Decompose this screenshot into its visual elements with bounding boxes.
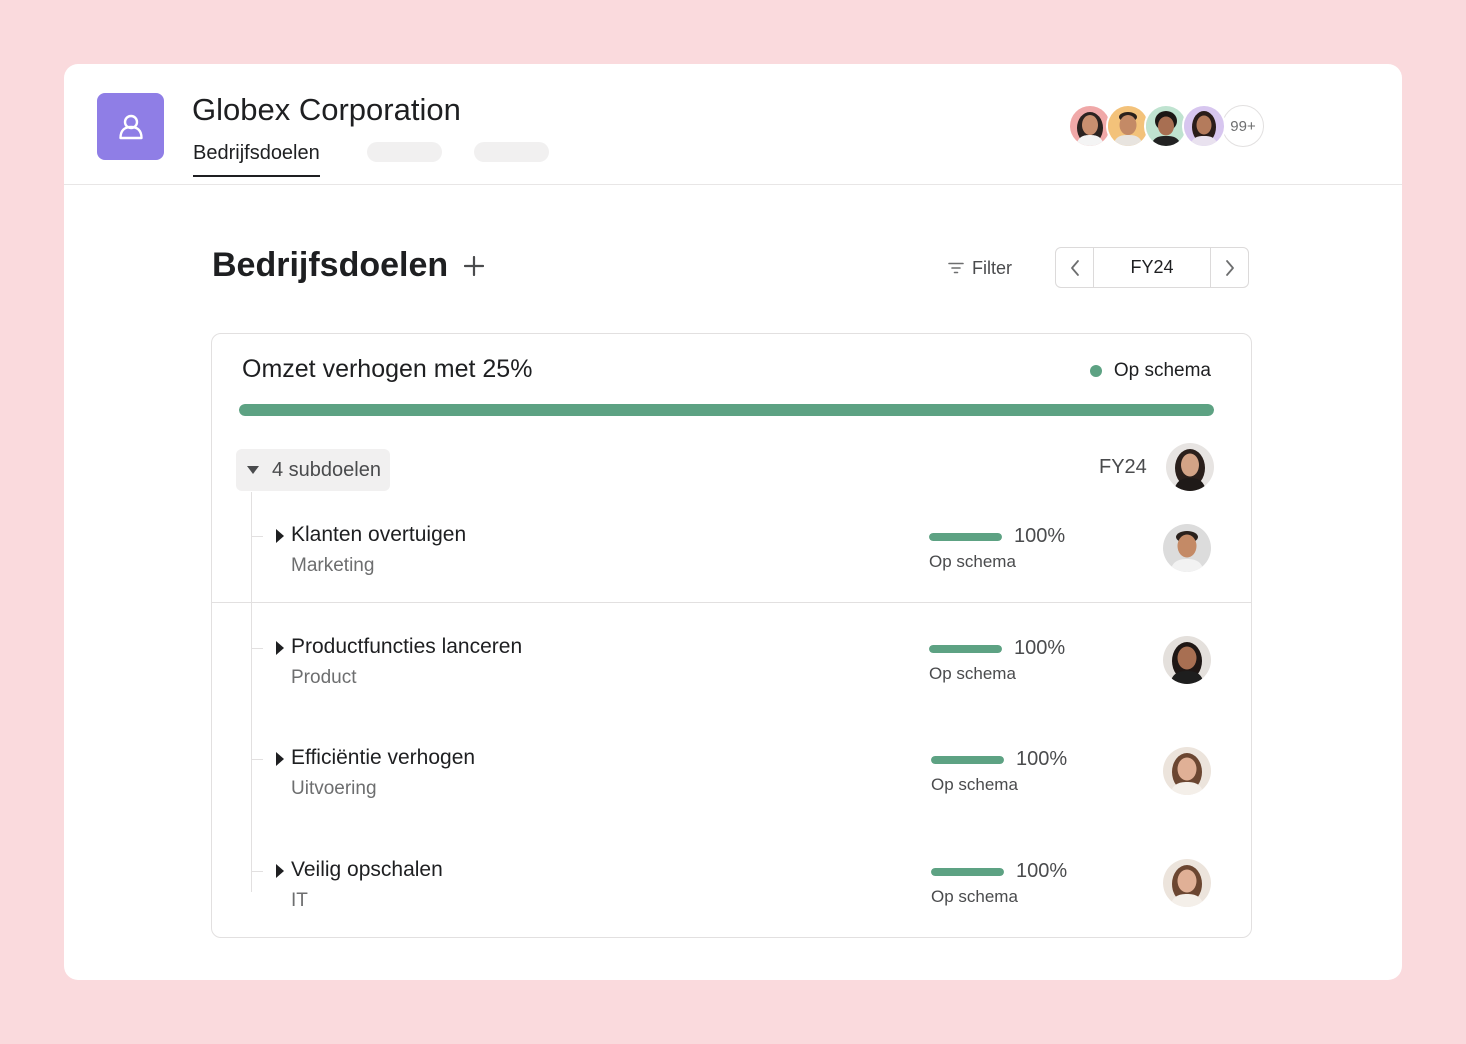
subgoal-status: Op schema <box>929 664 1016 683</box>
team-people-icon[interactable] <box>97 93 164 160</box>
subgoal-status: Op schema <box>931 775 1018 794</box>
tree-branch <box>251 759 263 760</box>
goal-progress-fill <box>239 404 1214 416</box>
subgoal-team: IT <box>291 890 308 911</box>
subgoal-owner-avatar[interactable] <box>1163 859 1211 907</box>
subgoal-team: Uitvoering <box>291 778 377 799</box>
period-picker: FY24 <box>1055 247 1249 288</box>
goal-title[interactable]: Omzet verhogen met 25% <box>242 355 532 384</box>
tab-placeholder[interactable] <box>367 142 442 162</box>
subgoal-status: Op schema <box>929 552 1016 571</box>
subgoal-progress-bar <box>929 645 1002 653</box>
filter-button[interactable]: Filter <box>948 254 1012 282</box>
subgoal-row-1[interactable]: Klanten overtuigen Marketing 100% Op sch… <box>212 514 1251 594</box>
subgoal-name[interactable]: Efficiëntie verhogen <box>291 746 475 770</box>
goals-card: Globex Corporation Bedrijfsdoelen 99+ Be… <box>64 64 1402 980</box>
avatar <box>1182 104 1226 148</box>
caret-right-icon[interactable] <box>275 863 285 879</box>
status-dot-icon <box>1089 365 1102 377</box>
subgoal-row-3[interactable]: Efficiëntie verhogen Uitvoering 100% Op … <box>212 737 1251 817</box>
tab-placeholder[interactable] <box>474 142 549 162</box>
subgoal-owner-avatar[interactable] <box>1163 524 1211 572</box>
previous-period-button[interactable] <box>1056 248 1094 287</box>
filter-label: Filter <box>972 257 1012 278</box>
next-period-button[interactable] <box>1210 248 1248 287</box>
goal-owner-avatar[interactable] <box>1166 443 1214 491</box>
subgoal-owner-avatar[interactable] <box>1163 636 1211 684</box>
plus-icon <box>464 256 484 276</box>
row-divider <box>212 602 1251 603</box>
subgoal-name[interactable]: Veilig opschalen <box>291 858 443 882</box>
goal-status-label: Op schema <box>1113 360 1211 381</box>
goal-status: Op schema <box>1089 360 1211 382</box>
subgoal-team: Product <box>291 667 357 688</box>
tree-branch <box>251 536 263 537</box>
subgoal-team: Marketing <box>291 555 375 576</box>
subgoal-progress-fill <box>929 645 1002 653</box>
goal-progress-bar <box>239 404 1214 416</box>
subgoal-progress-bar <box>931 868 1004 876</box>
member-avatars[interactable]: 99+ <box>1068 104 1264 148</box>
workspace-header: Globex Corporation Bedrijfsdoelen 99+ <box>64 64 1402 185</box>
subgoal-progress-fill <box>931 868 1004 876</box>
filter-icon <box>948 262 964 274</box>
caret-right-icon[interactable] <box>275 528 285 544</box>
subgoal-progress-fill <box>931 756 1004 764</box>
goal-panel: Omzet verhogen met 25% Op schema 4 subdo… <box>211 333 1252 938</box>
tree-branch <box>251 648 263 649</box>
subgoal-percent: 100% <box>1014 525 1066 547</box>
subgoals-count-label: 4 subdoelen <box>272 458 381 481</box>
subgoal-owner-avatar[interactable] <box>1163 747 1211 795</box>
subgoal-percent: 100% <box>1016 860 1068 882</box>
workspace-name: Globex Corporation <box>192 92 461 127</box>
subgoal-row-4[interactable]: Veilig opschalen IT 100% Op schema <box>212 849 1251 929</box>
subgoal-row-2[interactable]: Productfuncties lanceren Product 100% Op… <box>212 626 1251 706</box>
subgoal-name[interactable]: Productfuncties lanceren <box>291 635 522 659</box>
subgoal-percent: 100% <box>1014 637 1066 659</box>
subgoal-progress-bar <box>929 533 1002 541</box>
member-overflow-count[interactable]: 99+ <box>1222 105 1264 147</box>
period-label[interactable]: FY24 <box>1094 248 1210 287</box>
subgoals-toggle[interactable]: 4 subdoelen <box>236 449 390 491</box>
caret-down-icon <box>247 466 259 474</box>
chevron-right-icon <box>1225 259 1234 276</box>
subgoal-name[interactable]: Klanten overtuigen <box>291 523 466 547</box>
subgoal-progress-fill <box>929 533 1002 541</box>
tab-bedrijfsdoelen[interactable]: Bedrijfsdoelen <box>193 142 320 177</box>
caret-right-icon[interactable] <box>275 751 285 767</box>
subgoal-percent: 100% <box>1016 748 1068 770</box>
page-title: Bedrijfsdoelen <box>212 246 449 284</box>
chevron-left-icon <box>1070 259 1079 276</box>
subgoal-progress-bar <box>931 756 1004 764</box>
add-goal-button[interactable] <box>460 252 488 280</box>
tree-branch <box>251 871 263 872</box>
subgoal-period: FY24 <box>1099 456 1147 478</box>
caret-right-icon[interactable] <box>275 640 285 656</box>
subgoal-status: Op schema <box>931 887 1018 906</box>
